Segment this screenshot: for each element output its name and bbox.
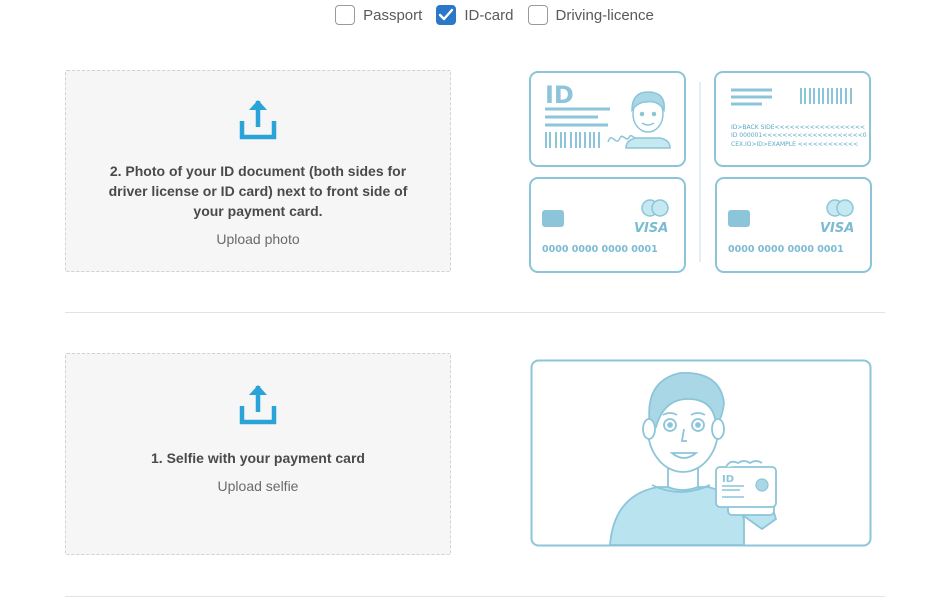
card-brand-left: VISA: [634, 221, 668, 236]
driving-licence-label[interactable]: Driving-licence: [556, 7, 654, 24]
upload-photo-link[interactable]: Upload photo: [216, 231, 299, 247]
upload-document-title: 2. Photo of your ID document (both sides…: [108, 163, 408, 219]
card-number-right: 0000 0000 0000 0001: [728, 244, 844, 255]
upload-selfie-link[interactable]: Upload selfie: [218, 478, 299, 494]
doc-type-passport[interactable]: Passport: [335, 5, 422, 25]
id-front-text: ID: [545, 81, 574, 109]
id-back-line-1: ID>BACK SIDE<<<<<<<<<<<<<<<<<<: [731, 124, 865, 131]
id-card-checkbox[interactable]: [436, 5, 457, 25]
upload-selfie-title: 1. Selfie with your payment card: [151, 450, 365, 466]
passport-label[interactable]: Passport: [363, 7, 422, 24]
id-back-line-2: ID 000001<<<<<<<<<<<<<<<<<<<<0: [731, 132, 867, 139]
document-type-selector: Passport ID-card Driving-licence: [0, 0, 949, 30]
selfie-illustration: ID: [530, 359, 872, 547]
upload-icon: [239, 100, 277, 140]
card-brand-right: VISA: [820, 221, 854, 236]
doc-type-id-card[interactable]: ID-card: [436, 5, 514, 25]
id-back-line-3: CEX.IO>ID>EXAMPLE <<<<<<<<<<<<: [731, 141, 858, 148]
passport-checkbox[interactable]: [335, 5, 356, 25]
section-divider: [65, 596, 885, 597]
id-card-label[interactable]: ID-card: [464, 7, 513, 24]
section-divider: [65, 312, 885, 313]
id-and-card-illustration: ID ID>BACK SIDE<<<<<<<<<<<<<<<<<< ID 000…: [529, 71, 872, 273]
upload-icon: [239, 385, 277, 425]
checkmark-icon: [439, 8, 454, 21]
card-number-left: 0000 0000 0000 0001: [542, 244, 658, 255]
selfie-id-text: ID: [722, 474, 734, 485]
upload-selfie-dropzone[interactable]: 1. Selfie with your payment card Upload …: [65, 353, 451, 555]
driving-licence-checkbox[interactable]: [527, 5, 548, 25]
upload-document-dropzone[interactable]: 2. Photo of your ID document (both sides…: [65, 70, 451, 272]
doc-type-driving-licence[interactable]: Driving-licence: [527, 5, 654, 25]
